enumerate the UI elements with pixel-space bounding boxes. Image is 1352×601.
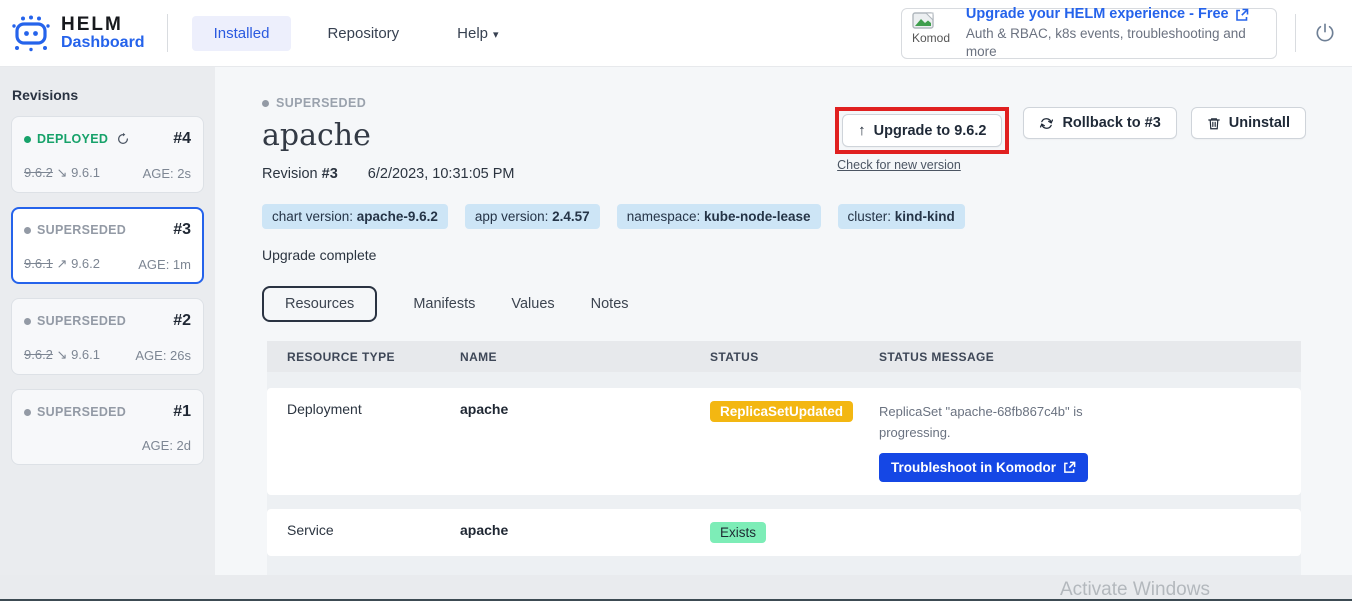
revision-status: DEPLOYED (24, 132, 130, 146)
arrow-up-right-icon: ↗ (57, 256, 68, 271)
banner-title[interactable]: Upgrade your HELM experience - Free (966, 5, 1266, 25)
rollback-icon (1039, 116, 1054, 131)
revision-number: #4 (173, 130, 191, 148)
revision-age: AGE: 2s (143, 166, 191, 181)
release-description: Upgrade complete (262, 247, 1352, 263)
table-row-deployment: Deployment apache ReplicaSetUpdated Repl… (267, 388, 1301, 495)
resources-table: RESOURCE TYPE NAME STATUS STATUS MESSAGE… (267, 341, 1301, 575)
rollback-button[interactable]: Rollback to #3 (1023, 107, 1176, 139)
tab-notes[interactable]: Notes (591, 296, 629, 312)
helm-dashboard-logo[interactable]: HELM Dashboard (10, 13, 145, 53)
trash-icon (1207, 116, 1221, 131)
col-name: NAME (460, 350, 710, 364)
chevron-down-icon: ▾ (493, 29, 499, 41)
metadata-badges: chart version: apache-9.6.2 app version:… (262, 204, 1352, 229)
upgrade-button[interactable]: ↑ Upgrade to 9.6.2 (842, 114, 1002, 147)
arrow-down-right-icon: ↘ (57, 347, 68, 362)
nav-repository[interactable]: Repository (305, 16, 421, 51)
revision-versions: 9.6.1 ↗ 9.6.2 (24, 256, 100, 272)
resource-name-cell: apache (460, 522, 710, 538)
namespace-badge: namespace: kube-node-lease (617, 204, 821, 229)
revision-status: SUPERSEDED (24, 223, 126, 237)
main-nav: Installed Repository Help▾ (192, 16, 521, 51)
arrow-up-icon: ↑ (858, 122, 866, 139)
detail-tabs: Resources Manifests Values Notes (262, 286, 1352, 322)
revisions-sidebar: Revisions DEPLOYED #4 9.6.2 ↘ 9.6.1 AGE:… (0, 67, 215, 575)
komodor-promo-banner[interactable]: Komod Upgrade your HELM experience - Fre… (901, 8, 1277, 59)
resource-type-cell: Service (287, 522, 460, 538)
status-dot-icon (24, 409, 31, 416)
activate-windows-watermark: Activate Windows (1060, 579, 1210, 601)
table-header-row: RESOURCE TYPE NAME STATUS STATUS MESSAGE (267, 341, 1301, 372)
tab-resources[interactable]: Resources (262, 286, 377, 322)
resource-name-cell: apache (460, 401, 710, 417)
status-badge: Exists (710, 522, 766, 543)
revision-age: AGE: 26s (135, 348, 191, 363)
release-detail-panel: SUPERSEDED apache Revision #3 6/2/2023, … (215, 67, 1352, 575)
komodor-broken-image: Komod (912, 12, 956, 54)
logo-title: HELM (61, 15, 145, 35)
troubleshoot-button[interactable]: Troubleshoot in Komodor (879, 453, 1088, 482)
reload-icon[interactable] (116, 132, 130, 146)
col-resource-type: RESOURCE TYPE (287, 350, 460, 364)
nav-installed[interactable]: Installed (192, 16, 292, 51)
top-bar: HELM Dashboard Installed Repository Help… (0, 0, 1352, 67)
revision-date: 6/2/2023, 10:31:05 PM (368, 166, 515, 182)
table-row-service: Service apache Exists (267, 509, 1301, 556)
status-message-text: ReplicaSet "apache-68fb867c4b" is progre… (879, 401, 1094, 444)
status-dot-icon (24, 318, 31, 325)
status-badge: ReplicaSetUpdated (710, 401, 853, 422)
check-new-version-link[interactable]: Check for new version (835, 158, 1009, 172)
revision-card-1[interactable]: SUPERSEDED #1 AGE: 2d (11, 389, 204, 465)
topbar-divider (167, 14, 168, 52)
nav-help[interactable]: Help▾ (435, 16, 520, 51)
col-status: STATUS (710, 350, 879, 364)
revision-status: SUPERSEDED (24, 314, 126, 328)
revision-number: #3 (173, 221, 191, 239)
revision-versions: 9.6.2 ↘ 9.6.1 (24, 347, 100, 363)
app-version-badge: app version: 2.4.57 (465, 204, 600, 229)
cluster-badge: cluster: kind-kind (838, 204, 965, 229)
uninstall-button[interactable]: Uninstall (1191, 107, 1306, 139)
revision-status: SUPERSEDED (24, 405, 126, 419)
annotation-highlight-box: ↑ Upgrade to 9.6.2 (835, 107, 1009, 154)
status-dot-icon (262, 100, 269, 107)
col-status-message: STATUS MESSAGE (879, 350, 1301, 364)
revision-card-3-selected[interactable]: SUPERSEDED #3 9.6.1 ↗ 9.6.2 AGE: 1m (11, 207, 204, 284)
external-link-icon (1235, 8, 1249, 22)
power-icon[interactable] (1314, 22, 1336, 44)
revision-number: #1 (173, 403, 191, 421)
revision-card-4[interactable]: DEPLOYED #4 9.6.2 ↘ 9.6.1 AGE: 2s (11, 116, 204, 193)
logo-subtitle: Dashboard (61, 35, 145, 52)
resource-type-cell: Deployment (287, 401, 460, 417)
revision-card-2[interactable]: SUPERSEDED #2 9.6.2 ↘ 9.6.1 AGE: 26s (11, 298, 204, 375)
revision-versions: 9.6.2 ↘ 9.6.1 (24, 165, 100, 181)
status-dot-icon (24, 136, 31, 143)
release-actions: ↑ Upgrade to 9.6.2 Check for new version… (835, 107, 1306, 172)
revision-age: AGE: 2d (142, 438, 191, 453)
status-dot-icon (24, 227, 31, 234)
arrow-down-right-icon: ↘ (57, 165, 68, 180)
topbar-divider (1295, 14, 1296, 52)
external-link-icon (1063, 461, 1076, 474)
tab-manifests[interactable]: Manifests (413, 296, 475, 312)
revision-number: #2 (173, 312, 191, 330)
helm-logo-icon (10, 13, 52, 53)
chart-version-badge: chart version: apache-9.6.2 (262, 204, 448, 229)
revision-age: AGE: 1m (138, 257, 191, 272)
revisions-title: Revisions (10, 87, 205, 103)
banner-subtitle: Auth & RBAC, k8s events, troubleshooting… (966, 25, 1266, 61)
tab-values[interactable]: Values (511, 296, 554, 312)
